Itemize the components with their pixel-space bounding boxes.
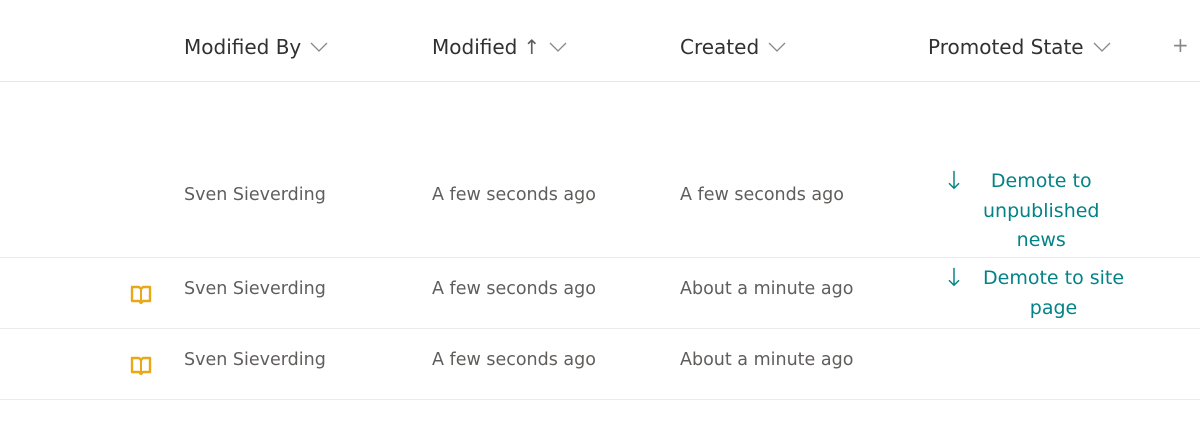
- column-header-label: Modified By: [184, 35, 302, 59]
- modified-by-cell[interactable]: Sven Sieverding: [184, 350, 326, 370]
- demote-to-unpublished-news-label: Demote to unpublished news: [983, 170, 1100, 251]
- arrow-down-icon: [948, 267, 960, 287]
- created-cell: About a minute ago: [680, 350, 854, 370]
- table-row[interactable]: Sven Sieverding A few seconds ago About …: [0, 258, 1200, 329]
- column-header-modified-by[interactable]: Modified By: [184, 32, 328, 62]
- column-header-created[interactable]: Created: [680, 32, 786, 62]
- created-cell: About a minute ago: [680, 279, 854, 299]
- table-row[interactable]: Sven Sieverding A few seconds ago About …: [0, 329, 1200, 400]
- column-header-promoted-state[interactable]: Promoted State: [928, 32, 1111, 62]
- column-header-label: Promoted State: [928, 35, 1084, 59]
- book-icon: [130, 356, 152, 375]
- modified-by-cell[interactable]: Sven Sieverding: [184, 279, 326, 299]
- book-icon: [130, 285, 152, 304]
- column-header-modified[interactable]: Modified ↑: [432, 32, 567, 62]
- created-cell: A few seconds ago: [680, 185, 844, 205]
- column-header-label: Modified: [432, 35, 518, 59]
- demote-to-site-page-button[interactable]: Demote to site page: [947, 264, 1124, 323]
- chevron-down-icon: [549, 42, 567, 52]
- table-row[interactable]: Sven Sieverding A few seconds ago A few …: [0, 83, 1200, 258]
- list-header: Modified By Modified ↑ Created Promoted …: [0, 0, 1200, 82]
- demote-to-unpublished-news-button[interactable]: Demote to unpublished news: [947, 167, 1100, 256]
- chevron-down-icon: [310, 42, 328, 52]
- column-header-label: Created: [680, 35, 760, 59]
- chevron-down-icon: [1093, 42, 1111, 52]
- modified-by-cell[interactable]: Sven Sieverding: [184, 185, 326, 205]
- modified-cell: A few seconds ago: [432, 279, 596, 299]
- chevron-down-icon: [768, 42, 786, 52]
- sort-ascending-icon: ↑: [523, 35, 541, 59]
- modified-cell: A few seconds ago: [432, 350, 596, 370]
- arrow-down-icon: [948, 170, 960, 190]
- modified-cell: A few seconds ago: [432, 185, 596, 205]
- demote-to-site-page-label: Demote to site page: [983, 267, 1125, 319]
- add-column-button[interactable]: +: [1172, 33, 1189, 57]
